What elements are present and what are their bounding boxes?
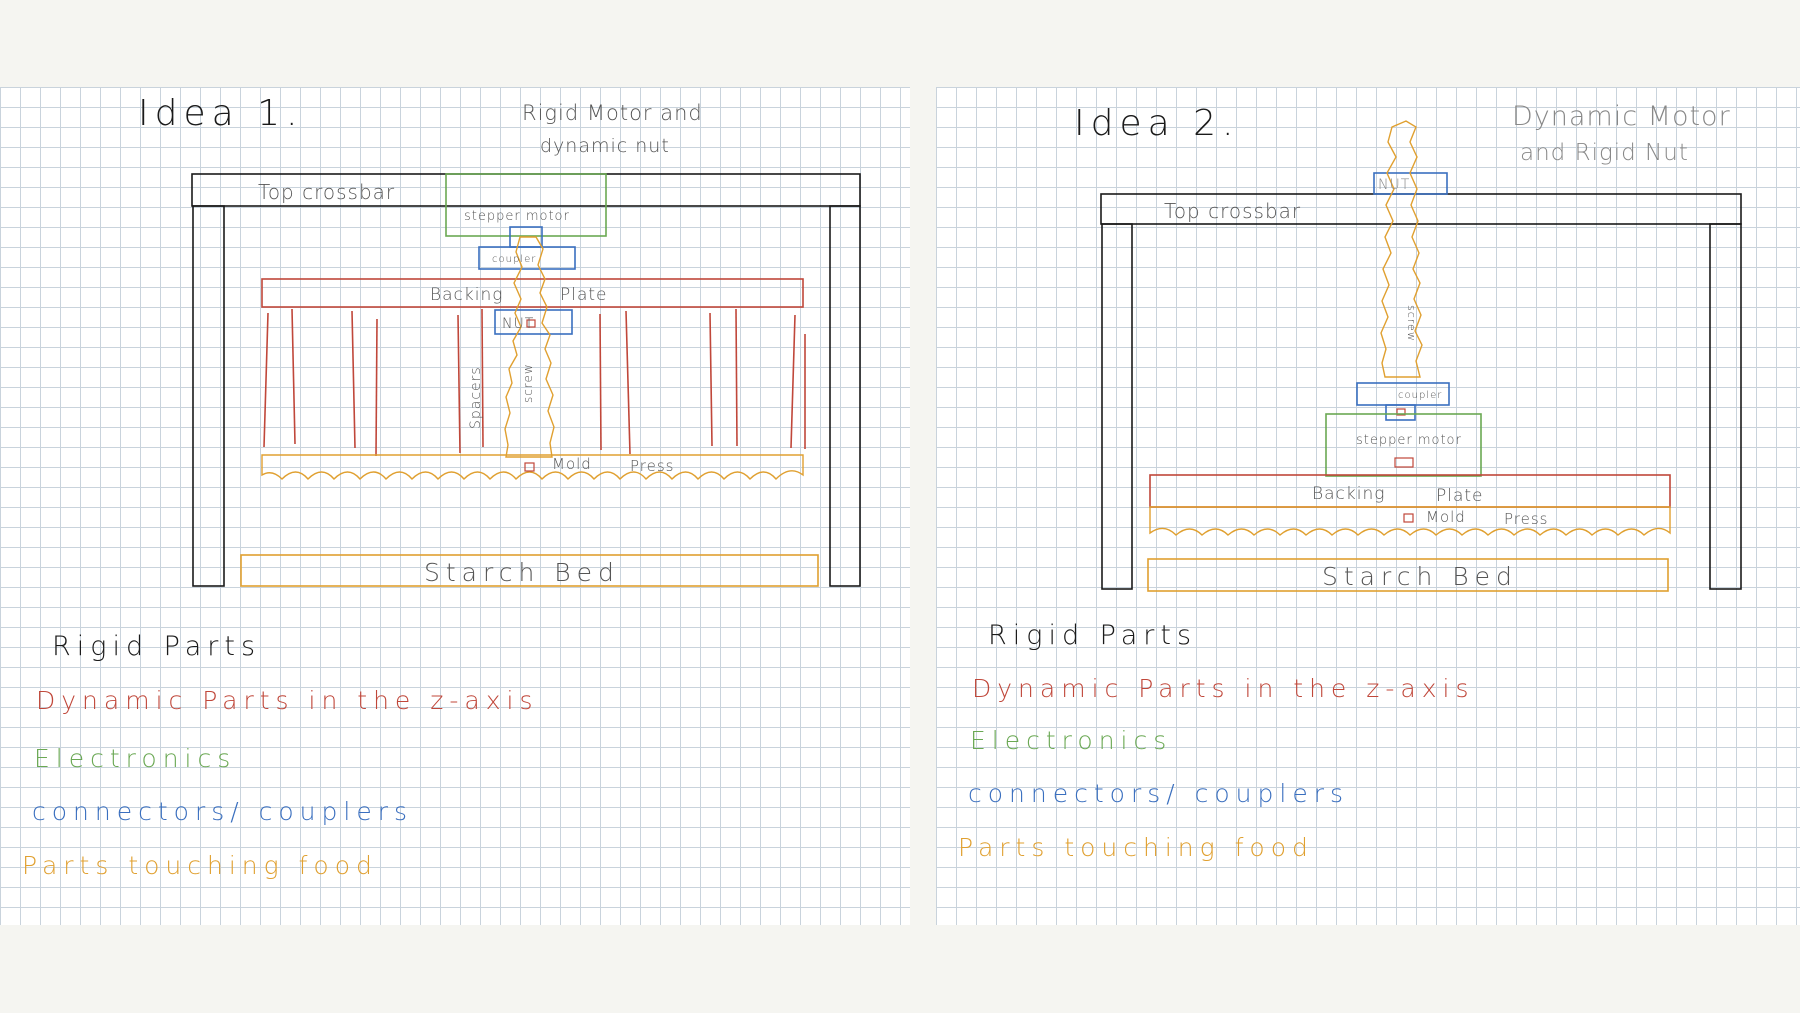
screw (504, 236, 555, 458)
legend-rigid: Rigid Parts (52, 631, 261, 662)
press-label: Press (630, 457, 674, 475)
screw-label: screw (521, 363, 535, 403)
legend-rigid: Rigid Parts (988, 620, 1197, 651)
idea-1-diagram: Idea 1. Rigid Motor and dynamic nut Top … (22, 93, 861, 880)
right-leg (829, 205, 861, 587)
right-leg (1709, 223, 1742, 590)
legend-dynamic: Dynamic Parts in the z-axis (36, 686, 538, 715)
backing-label: Backing (430, 285, 503, 305)
backing-plate (1149, 474, 1671, 508)
left-leg (1101, 223, 1133, 590)
stepper-motor-label: stepper motor (464, 209, 570, 224)
legend-connectors: connectors/ couplers (968, 779, 1349, 808)
legend-electronics: Electronics (34, 744, 236, 773)
idea-1-legend: Rigid Parts Dynamic Parts in the z-axis … (22, 631, 538, 880)
plate-label: Plate (1436, 486, 1484, 506)
screw-label: screw (1405, 305, 1418, 342)
coupler-label: coupler (1398, 390, 1442, 401)
idea-2-title: Idea 2. (1074, 103, 1239, 144)
idea-2-diagram: Idea 2. Dynamic Motor and Rigid Nut Top … (958, 101, 1742, 862)
legend-connectors: connectors/ couplers (32, 797, 413, 826)
motor-marker (1394, 457, 1414, 468)
idea-1-sheet: Idea 1. Rigid Motor and dynamic nut Top … (0, 87, 910, 925)
idea-2-subtitle-line-2: and Rigid Nut (1520, 140, 1689, 166)
spacers-label: Spacers (468, 366, 484, 429)
stepper-motor-label: stepper motor (1356, 433, 1462, 448)
legend-food: Parts touching food (22, 851, 378, 880)
idea-1-subtitle-line-1: Rigid Motor and (522, 101, 703, 125)
press-label: Press (1504, 510, 1548, 528)
backing-label: Backing (1312, 484, 1385, 504)
mold-marker (1403, 513, 1414, 523)
nut-label: NUT (502, 316, 534, 332)
left-leg (192, 205, 225, 587)
legend-dynamic: Dynamic Parts in the z-axis (972, 674, 1474, 703)
starch-bed-label: Starch Bed (1322, 562, 1518, 591)
nut-label: NUT (1378, 177, 1410, 193)
mold-press (261, 454, 804, 481)
mold-press (1149, 506, 1671, 536)
page: Idea 1. Rigid Motor and dynamic nut Top … (0, 0, 1800, 1013)
idea-2-legend: Rigid Parts Dynamic Parts in the z-axis … (958, 620, 1474, 862)
plate-label: Plate (560, 285, 608, 305)
backing-plate (261, 278, 804, 308)
coupler-label: coupler (492, 254, 536, 265)
top-crossbar-label: Top crossbar (1164, 199, 1301, 223)
starch-bed-label: Starch Bed (424, 558, 620, 587)
mold-label: Mold (552, 455, 592, 473)
mold-marker (524, 462, 535, 472)
idea-2-sheet: Idea 2. Dynamic Motor and Rigid Nut Top … (936, 87, 1800, 925)
coupler-shaft (1385, 404, 1416, 421)
idea-1-subtitle-line-2: dynamic nut (540, 135, 670, 157)
idea-2-subtitle-line-1: Dynamic Motor (1512, 101, 1731, 132)
top-crossbar-label: Top crossbar (258, 180, 395, 204)
legend-electronics: Electronics (970, 726, 1172, 755)
legend-food: Parts touching food (958, 833, 1314, 862)
idea-1-title: Idea 1. (138, 93, 303, 134)
mold-label: Mold (1426, 508, 1466, 526)
